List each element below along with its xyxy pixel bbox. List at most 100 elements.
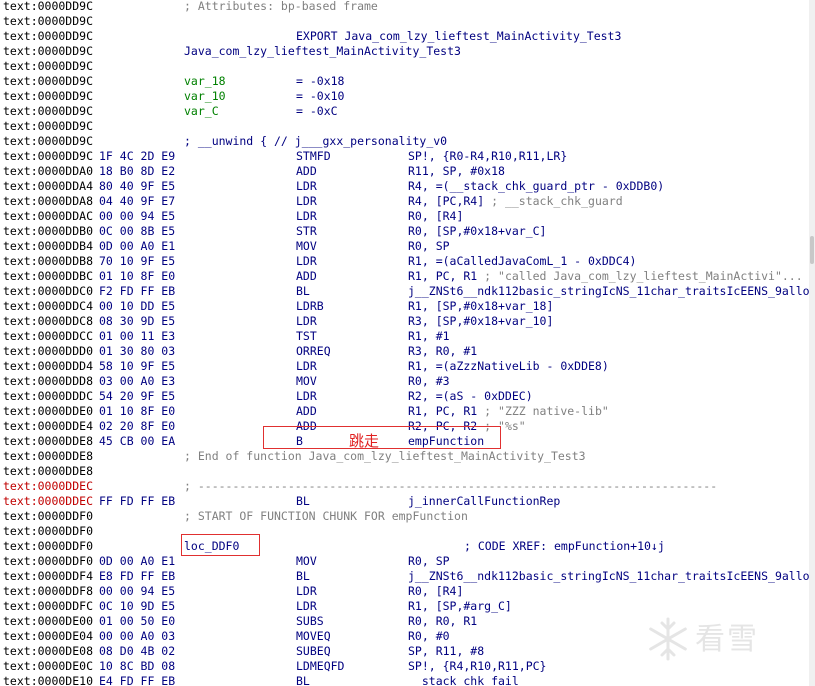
opcode-bytes: 03 00 A0 E3 [99, 374, 176, 388]
segment-address: text:0000DDA8 [3, 194, 94, 208]
operands: R0, [SP,#0x18+var_C] [408, 224, 546, 239]
opcode-bytes: 01 10 8F E0 [99, 404, 176, 418]
segment-address: text:0000DD9C [3, 29, 94, 43]
operands: SP!, {R4,R10,R11,PC} [408, 659, 546, 674]
mnemonic: LDR [296, 209, 317, 223]
snowflake-icon [649, 617, 687, 661]
mnemonic: = -0xC [296, 104, 338, 118]
operand-text: j_innerCallFunctionRep [408, 494, 561, 508]
opcode-bytes: 04 40 9F E7 [99, 194, 176, 208]
mnemonic: MOV [296, 554, 317, 568]
operands: R3, [SP,#0x18+var_10] [408, 314, 553, 329]
opcode-bytes: 01 00 50 E0 [99, 614, 176, 628]
segment-address: text:0000DE04 [3, 629, 94, 643]
mnemonic: ADD [296, 164, 317, 178]
segment-address: text:0000DD9C [3, 104, 94, 118]
operand-text: R0, SP [408, 554, 450, 568]
operand-text: R1, PC, R1 [408, 269, 478, 283]
mnemonic: LDR [296, 179, 317, 193]
operands: j__ZNSt6__ndk112basic_stringIcNS_11char_… [408, 284, 809, 299]
operand-text: R2, =(aS - 0xDDEC) [408, 389, 533, 403]
branch-highlight-box [263, 426, 501, 449]
segment-address: text:0000DDE8 [3, 434, 94, 448]
mnemonic: LDMEQFD [296, 659, 345, 673]
operands: j__ZNSt6__ndk112basic_stringIcNS_11char_… [408, 569, 809, 584]
mnemonic: ADD [296, 404, 317, 418]
operand-text: SP!, {R0-R4,R10,R11,LR} [408, 149, 568, 163]
opcode-bytes: 01 00 11 E3 [99, 329, 176, 343]
label-or-comment: ; End of function Java_com_lzy_lieftest_… [184, 449, 586, 463]
operand-text: j__ZNSt6__ndk112basic_stringIcNS_11char_… [408, 569, 809, 583]
operands: R11, SP, #0x18 [408, 164, 505, 179]
opcode-bytes: F2 FD FF EB [99, 284, 176, 298]
mnemonic: = -0x18 [296, 74, 345, 88]
mnemonic: ORREQ [296, 344, 331, 358]
segment-address: text:0000DDFC [3, 599, 94, 613]
segment-address: text:0000DDF0 [3, 524, 94, 538]
opcode-bytes: 45 CB 00 EA [99, 434, 176, 448]
operand-text: R0, SP [408, 239, 450, 253]
mnemonic: SUBEQ [296, 644, 331, 658]
segment-address: text:0000DDA4 [3, 179, 94, 193]
mnemonic: BL [296, 674, 310, 686]
opcode-bytes: 00 00 A0 03 [99, 629, 176, 643]
mnemonic: LDR [296, 584, 317, 598]
jump-away-annotation: 跳走 [349, 432, 380, 450]
operands: stack chk fail [408, 674, 519, 686]
operand-text: R3, [SP,#0x18+var_10] [408, 314, 554, 328]
vertical-scrollbar[interactable] [809, 0, 815, 686]
xref-comment[interactable]: ; CODE XREF: empFunction+10↓j [464, 539, 665, 554]
segment-address: text:0000DDB4 [3, 239, 94, 253]
watermark-text: 看雪 [695, 622, 759, 657]
mnemonic: LDR [296, 389, 317, 403]
operands: SP!, {R0-R4,R10,R11,LR} [408, 149, 567, 164]
segment-address: text:0000DDBC [3, 269, 94, 283]
mnemonic: EXPORT Java_com_lzy_lieftest_MainActivit… [296, 29, 622, 43]
operands: R0, [R4] [408, 584, 463, 599]
operands: R0, R0, R1 [408, 614, 477, 629]
mnemonic: BL [296, 494, 310, 508]
operands: j_innerCallFunctionRep [408, 494, 560, 509]
mnemonic: MOVEQ [296, 629, 331, 643]
label-highlight-box [181, 534, 260, 556]
opcode-bytes: FF FD FF EB [99, 494, 176, 508]
opcode-bytes: 00 00 94 E5 [99, 584, 176, 598]
segment-address: text:0000DDD0 [3, 344, 94, 358]
segment-address: text:0000DDE8 [3, 464, 94, 478]
mnemonic: BL [296, 569, 310, 583]
opcode-bytes: E8 FD FF EB [99, 569, 176, 583]
segment-address: text:0000DD9C [3, 134, 94, 148]
operand-text: R11, SP, #0x18 [408, 164, 505, 178]
segment-address: text:0000DDA0 [3, 164, 94, 178]
mnemonic: LDRB [296, 299, 324, 313]
segment-address: text:0000DDF8 [3, 584, 94, 598]
segment-address: text:0000DDEC [3, 494, 94, 508]
mnemonic: MOV [296, 239, 317, 253]
kanxue-watermark: 看雪 [645, 610, 795, 670]
opcode-bytes: 54 20 9F E5 [99, 389, 176, 403]
segment-address: text:0000DDDC [3, 389, 94, 403]
segment-address: text:0000DDF0 [3, 554, 94, 568]
disassembly-view[interactable]: text:0000DD9C ; Attributes: bp-based fram… [0, 0, 809, 686]
opcode-bytes: E4 FD FF EB [99, 674, 176, 686]
operand-text: R4, =(__stack_chk_guard_ptr - 0xDDB0) [408, 179, 665, 193]
operand-text: R0, [SP,#0x18+var_C] [408, 224, 547, 238]
opcode-bytes: 08 30 9D E5 [99, 314, 176, 328]
mnemonic: ADD [296, 269, 317, 283]
segment-address: text:0000DDC8 [3, 314, 94, 328]
segment-address: text:0000DDC4 [3, 299, 94, 313]
operands: R1, [SP,#arg_C] [408, 599, 512, 614]
segment-address: text:0000DE10 [3, 674, 94, 686]
operand-text: stack chk fail [408, 674, 519, 686]
opcode-bytes: 00 00 94 E5 [99, 209, 176, 223]
segment-address: text:0000DE08 [3, 644, 94, 658]
segment-address: text:0000DD9C [3, 89, 94, 103]
scrollbar-thumb[interactable] [810, 236, 814, 264]
segment-address: text:0000DDC0 [3, 284, 94, 298]
inline-comment: ; "ZZZ native-lib" [477, 404, 609, 418]
mnemonic: LDR [296, 359, 317, 373]
segment-address: text:0000DDD8 [3, 374, 94, 388]
inline-comment: ; __stack_chk_guard [484, 194, 623, 208]
segment-address: text:0000DD9C [3, 74, 94, 88]
mnemonic: STR [296, 224, 317, 238]
